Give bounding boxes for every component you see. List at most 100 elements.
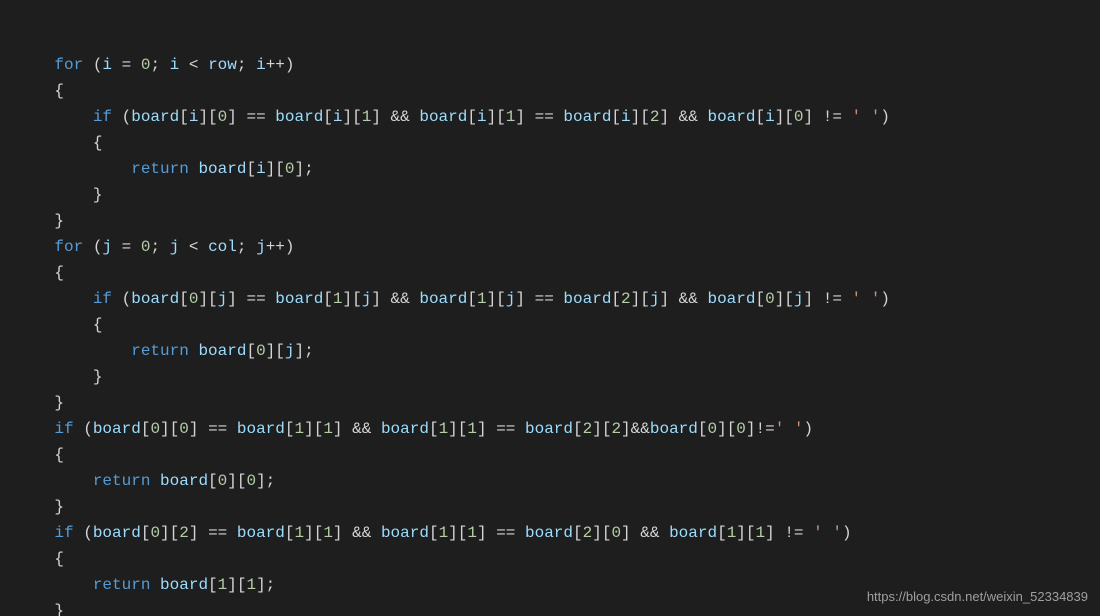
code-token: )	[880, 290, 890, 308]
code-token: ];	[256, 472, 275, 490]
code-token: ][	[736, 524, 755, 542]
code-token: j	[102, 238, 112, 256]
code-token: 1	[218, 576, 228, 594]
code-token	[189, 342, 199, 360]
code-token: 1	[295, 420, 305, 438]
code-token: i	[170, 56, 180, 74]
code-token: return	[93, 576, 151, 594]
code-line[interactable]: if (board[i][0] == board[i][1] && board[…	[16, 104, 1100, 130]
code-token: [	[285, 524, 295, 542]
code-token: [	[429, 420, 439, 438]
code-token: 1	[506, 108, 516, 126]
code-token: 2	[611, 420, 621, 438]
code-line[interactable]: {	[16, 546, 1100, 572]
code-token: [	[755, 290, 765, 308]
code-token: ] ==	[515, 290, 563, 308]
code-token: 2	[179, 524, 189, 542]
code-token: row	[208, 56, 237, 74]
code-line[interactable]: {	[16, 130, 1100, 156]
code-line[interactable]: {	[16, 312, 1100, 338]
code-token: =	[112, 238, 141, 256]
code-token: }	[54, 394, 64, 412]
code-line[interactable]: if (board[0][2] == board[1][1] && board[…	[16, 520, 1100, 546]
code-token: (	[83, 56, 102, 74]
code-token: board	[93, 524, 141, 542]
code-token: board	[563, 108, 611, 126]
code-token: [	[141, 524, 151, 542]
code-token: if	[93, 290, 112, 308]
code-token: [	[246, 160, 256, 178]
code-line[interactable]: if (board[0][j] == board[1][j] && board[…	[16, 286, 1100, 312]
code-token: 0	[794, 108, 804, 126]
code-token: ' '	[813, 524, 842, 542]
code-token: 0	[218, 472, 228, 490]
code-token: 1	[727, 524, 737, 542]
code-token	[150, 576, 160, 594]
code-token: board	[419, 290, 467, 308]
code-line[interactable]: {	[16, 78, 1100, 104]
code-token: i	[333, 108, 343, 126]
code-line[interactable]: }	[16, 208, 1100, 234]
code-line[interactable]: for (j = 0; j < col; j++)	[16, 234, 1100, 260]
code-token: for	[54, 56, 83, 74]
code-line[interactable]: for (i = 0; i < row; i++)	[16, 52, 1100, 78]
code-token: }	[54, 602, 64, 616]
code-token: ][	[160, 420, 179, 438]
code-token: board	[381, 420, 429, 438]
code-line[interactable]: return board[i][0];	[16, 156, 1100, 182]
code-token: 2	[583, 420, 593, 438]
code-token: board	[381, 524, 429, 542]
code-token: ] !=	[804, 108, 852, 126]
code-token: (	[74, 524, 93, 542]
code-token: if	[54, 524, 73, 542]
code-token: i	[621, 108, 631, 126]
code-line[interactable]: }	[16, 364, 1100, 390]
code-token: 1	[333, 290, 343, 308]
code-token: ][	[448, 420, 467, 438]
code-token: ] &&	[659, 108, 707, 126]
code-token: (	[83, 238, 102, 256]
code-token: j	[506, 290, 516, 308]
code-token: ][	[631, 290, 650, 308]
code-token: ];	[294, 160, 313, 178]
code-token: ] ==	[515, 108, 563, 126]
code-line[interactable]: }	[16, 182, 1100, 208]
code-token: ' '	[852, 108, 881, 126]
code-line[interactable]: return board[0][0];	[16, 468, 1100, 494]
code-line[interactable]: return board[0][j];	[16, 338, 1100, 364]
code-token: )	[880, 108, 890, 126]
code-block[interactable]: for (i = 0; i < row; i++) { if (board[i]…	[16, 52, 1100, 616]
code-token: ][	[448, 524, 467, 542]
code-token: [	[208, 576, 218, 594]
code-token: 1	[477, 290, 487, 308]
code-token: [	[179, 290, 189, 308]
code-token: j	[650, 290, 660, 308]
code-token: 0	[150, 420, 160, 438]
code-line[interactable]: {	[16, 442, 1100, 468]
code-token: }	[54, 212, 64, 230]
code-token: ' '	[775, 420, 804, 438]
code-token: }	[93, 186, 103, 204]
code-token: 1	[756, 524, 766, 542]
code-token: for	[54, 238, 83, 256]
code-token: j	[794, 290, 804, 308]
code-token: (	[112, 108, 131, 126]
code-token: 1	[439, 524, 449, 542]
code-token: ][	[592, 524, 611, 542]
code-token: 1	[323, 524, 333, 542]
code-token: board	[198, 160, 246, 178]
code-token: }	[93, 368, 103, 386]
code-token: ][	[304, 524, 323, 542]
code-line[interactable]: if (board[0][0] == board[1][1] && board[…	[16, 416, 1100, 442]
code-line[interactable]: {	[16, 260, 1100, 286]
code-line[interactable]: }	[16, 494, 1100, 520]
code-token: i	[477, 108, 487, 126]
code-line[interactable]: }	[16, 390, 1100, 416]
code-token: i	[189, 108, 199, 126]
code-token: board	[669, 524, 717, 542]
code-token: ][	[266, 160, 285, 178]
code-token: return	[131, 342, 189, 360]
code-token: board	[131, 108, 179, 126]
code-editor[interactable]: for (i = 0; i < row; i++) { if (board[i]…	[0, 0, 1100, 616]
code-token: ];	[294, 342, 313, 360]
